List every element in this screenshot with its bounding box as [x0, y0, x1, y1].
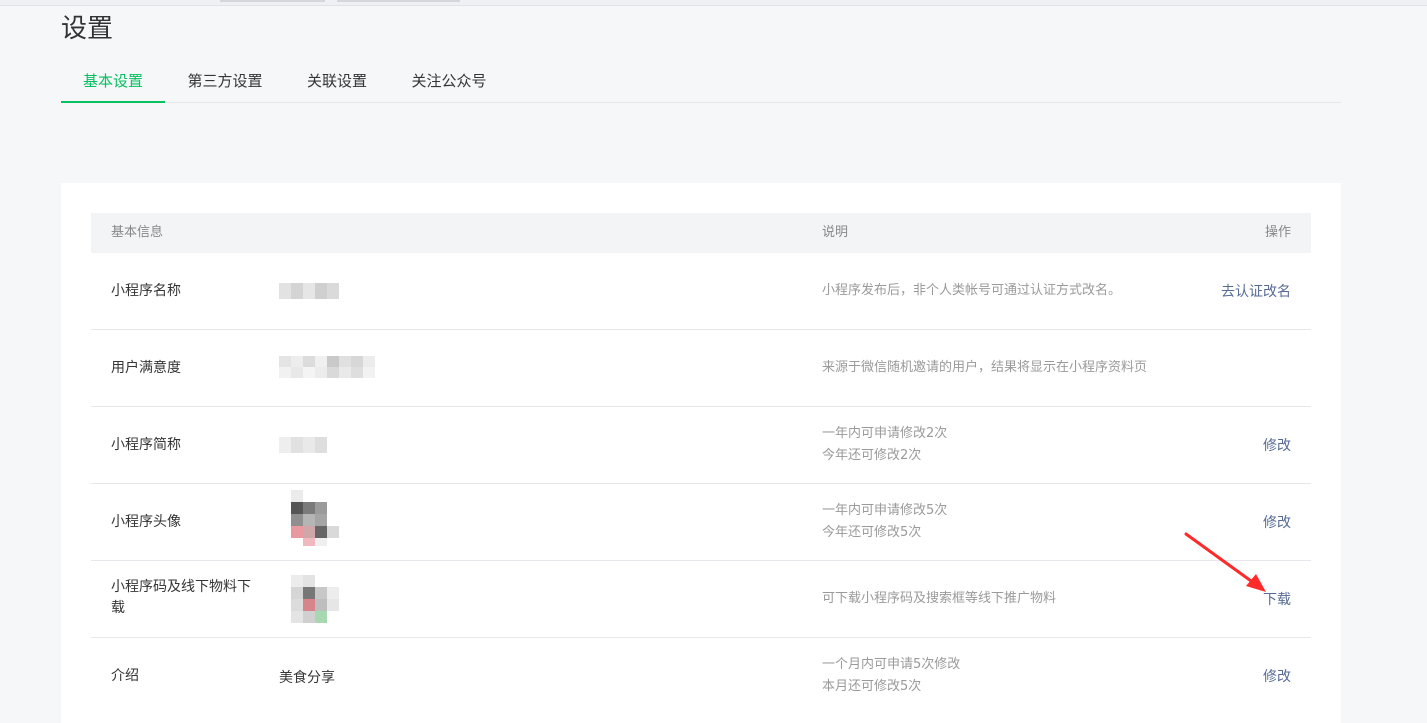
blurred-satisfaction-value [279, 356, 375, 378]
tab-label: 基本设置 [82, 72, 143, 90]
tab-third-party-settings[interactable]: 第三方设置 [181, 62, 269, 102]
browser-top-strip [0, 0, 1427, 6]
row-label: 小程序码及线下物料下载 [111, 579, 251, 616]
browser-tab-stub [220, 0, 325, 2]
description-line: 一年内可申请修改2次 [822, 426, 948, 441]
row-description: 可下载小程序码及搜索框等线下推广物料 [822, 591, 1057, 606]
row-label: 用户满意度 [111, 360, 181, 376]
row-label: 介绍 [111, 668, 139, 684]
table-row-mini-program-short-name: 小程序简称 一年内可申请修改2次 今年还可修改2次 修改 [91, 407, 1311, 484]
edit-avatar-link[interactable]: 修改 [1263, 512, 1291, 532]
tab-label: 关注公众号 [411, 72, 487, 90]
description-line: 一个月内可申请5次修改 [822, 657, 961, 672]
table-row-user-satisfaction: 用户满意度 来源于微信随机邀请的用户，结果将显示在小程序资料页 [91, 330, 1311, 407]
table-row-mini-program-code-download: 小程序码及线下物料下载 可下载小程序码及搜索框等线下推广物料 下载 [91, 561, 1311, 638]
description-line: 本月还可修改5次 [822, 679, 922, 694]
page-title: 设置 [61, 14, 114, 44]
table-row-mini-program-name: 小程序名称 小程序发布后，非个人类帐号可通过认证方式改名。 去认证改名 [91, 253, 1311, 330]
row-description: 一个月内可申请5次修改 本月还可修改5次 [822, 654, 960, 698]
edit-introduction-link[interactable]: 修改 [1263, 666, 1291, 686]
row-label: 小程序简称 [111, 437, 181, 453]
row-description: 来源于微信随机邀请的用户，结果将显示在小程序资料页 [822, 360, 1148, 375]
tab-label: 关联设置 [306, 72, 367, 90]
row-label: 小程序名称 [111, 283, 181, 299]
tab-label: 第三方设置 [187, 72, 263, 90]
blurred-name-value [279, 283, 339, 299]
red-annotation-arrow-icon [1184, 532, 1266, 592]
table-row-introduction: 介绍 美食分享 一个月内可申请5次修改 本月还可修改5次 修改 [91, 638, 1311, 714]
basic-info-card: 基本信息 说明 操作 小程序名称 小程序发布后，非个人类帐号可通过认证方式改名。… [61, 183, 1341, 723]
row-description: 小程序发布后，非个人类帐号可通过认证方式改名。 [822, 283, 1122, 298]
row-label: 小程序头像 [111, 514, 181, 530]
verify-rename-link[interactable]: 去认证改名 [1221, 281, 1291, 301]
row-description: 一年内可申请修改5次 今年还可修改5次 [822, 500, 947, 544]
header-operation: 操作 [1264, 225, 1291, 240]
description-line: 今年还可修改2次 [822, 448, 922, 463]
blurred-qr-code-image [291, 575, 339, 623]
table-header: 基本信息 说明 操作 [91, 213, 1311, 253]
tab-follow-official-account[interactable]: 关注公众号 [407, 62, 491, 102]
edit-short-name-link[interactable]: 修改 [1263, 435, 1291, 455]
introduction-value: 美食分享 [279, 670, 335, 686]
blurred-avatar-image [279, 490, 339, 546]
settings-tabs: 基本设置 第三方设置 关联设置 关注公众号 [61, 62, 1341, 103]
row-description: 一年内可申请修改2次 今年还可修改2次 [822, 423, 947, 467]
header-basic-info: 基本信息 [111, 225, 164, 240]
description-line: 一年内可申请修改5次 [822, 503, 948, 518]
active-tab-indicator [61, 101, 165, 103]
description-line: 今年还可修改5次 [822, 525, 922, 540]
table-row-mini-program-avatar: 小程序头像 一年内可申请修改5次 今年还可修改5次 修改 [91, 484, 1311, 561]
tab-association-settings[interactable]: 关联设置 [301, 62, 373, 102]
tab-basic-settings[interactable]: 基本设置 [61, 62, 165, 103]
blurred-short-name-value [279, 437, 327, 453]
header-description: 说明 [822, 225, 849, 240]
browser-tab-stub [337, 0, 460, 2]
